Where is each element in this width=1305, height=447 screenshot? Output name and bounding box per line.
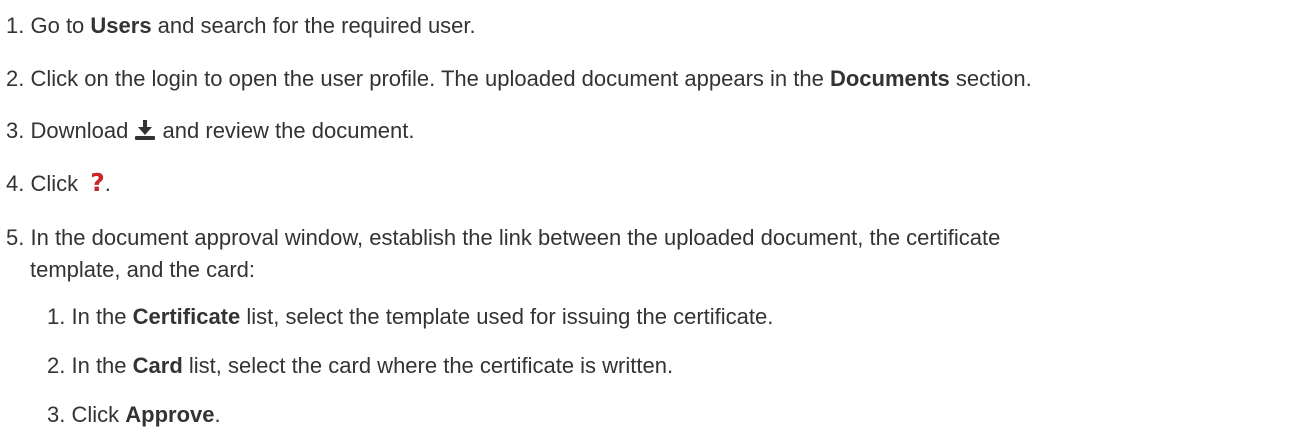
- substep-2: 2. In the Card list, select the card whe…: [47, 353, 674, 378]
- ui-label-certificate: Certificate: [132, 304, 241, 329]
- step-5-continued: template, and the card:: [30, 257, 256, 282]
- ui-label-card: Card: [132, 353, 183, 378]
- substep-1: 1. In the Certificate list, select the t…: [47, 304, 774, 329]
- download-icon: [134, 119, 156, 147]
- step-4: 4. Click ?.: [6, 168, 111, 197]
- ui-label-users: Users: [90, 13, 152, 38]
- substep-3: 3. Click Approve.: [47, 402, 221, 427]
- ui-label-documents: Documents: [829, 66, 950, 91]
- step-3: 3. Download and review the document.: [6, 118, 414, 147]
- step-1: 1. Go to Users and search for the requir…: [6, 13, 476, 38]
- step-5: 5. In the document approval window, esta…: [6, 225, 1001, 250]
- step-2: 2. Click on the login to open the user p…: [6, 66, 1032, 91]
- ui-label-approve: Approve: [125, 402, 215, 427]
- question-icon: ?: [90, 168, 105, 197]
